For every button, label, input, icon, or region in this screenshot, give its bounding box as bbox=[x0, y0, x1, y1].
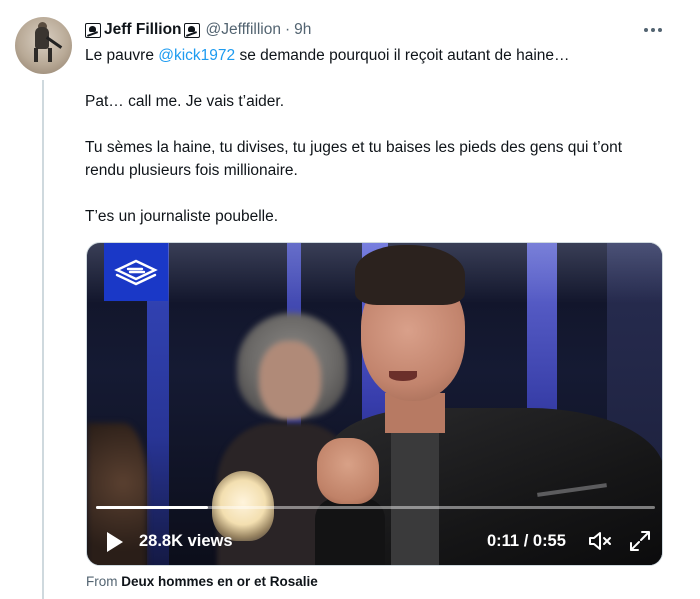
author-name[interactable]: Jeff Fillion bbox=[104, 21, 182, 39]
mention-link[interactable]: @kick1972 bbox=[158, 47, 235, 64]
view-count: 28.8K views bbox=[139, 532, 233, 550]
video-controls: 28.8K views 0:11 / 0:55 bbox=[87, 517, 662, 565]
skull-crossbones-icon bbox=[85, 22, 101, 38]
video-timecode: 0:11 / 0:55 bbox=[487, 532, 566, 550]
tweet-paragraph-1: Le pauvre @kick1972 se demande pourquoi … bbox=[85, 47, 570, 64]
more-dot-icon bbox=[651, 28, 655, 32]
duration: 0:55 bbox=[532, 532, 566, 550]
author-avatar[interactable] bbox=[15, 17, 72, 74]
current-time: 0:11 bbox=[487, 532, 520, 550]
thread-line bbox=[42, 80, 44, 599]
source-link[interactable]: Deux hommes en or et Rosalie bbox=[121, 574, 318, 589]
channel-logo bbox=[104, 243, 168, 301]
author-handle[interactable]: @Jefffillion bbox=[206, 21, 281, 39]
mute-icon[interactable] bbox=[587, 529, 613, 553]
video-progress-bar[interactable] bbox=[96, 506, 655, 509]
video-player[interactable]: 28.8K views 0:11 / 0:55 bbox=[86, 242, 663, 566]
play-button[interactable] bbox=[105, 531, 123, 553]
tweet-paragraph-2: Pat… call me. Je vais t’aider. bbox=[85, 93, 284, 110]
more-dot-icon bbox=[644, 28, 648, 32]
more-options-button[interactable] bbox=[640, 22, 666, 38]
tweet-card: Jeff Fillion @Jefffillion · 9h Le pauvre… bbox=[0, 0, 700, 599]
video-progress-fill bbox=[96, 506, 208, 509]
tweet-paragraph-4: T’es un journaliste poubelle. bbox=[85, 208, 279, 225]
tweet-paragraph-3: Tu sèmes la haine, tu divises, tu juges … bbox=[85, 139, 623, 179]
tweet-timestamp[interactable]: 9h bbox=[294, 21, 311, 39]
tweet-text: Le pauvre @kick1972 se demande pourquoi … bbox=[85, 44, 665, 228]
video-source: From Deux hommes en or et Rosalie bbox=[86, 574, 318, 589]
skull-crossbones-icon bbox=[183, 22, 200, 38]
separator-dot: · bbox=[284, 21, 291, 38]
tweet-header: Jeff Fillion @Jefffillion · 9h bbox=[85, 20, 311, 40]
more-dot-icon bbox=[658, 28, 662, 32]
money-bills-icon bbox=[114, 259, 158, 286]
fullscreen-icon[interactable] bbox=[628, 529, 652, 553]
